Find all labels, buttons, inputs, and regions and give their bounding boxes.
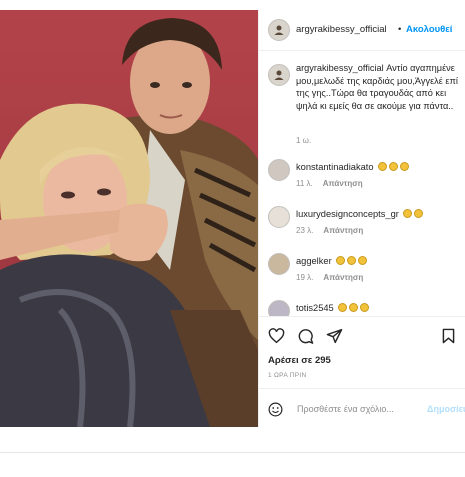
separator-dot: •: [398, 24, 402, 35]
share-icon[interactable]: [326, 328, 343, 344]
sad-face-emoji: [403, 209, 413, 218]
follow-button[interactable]: Ακολουθεί: [406, 24, 452, 35]
avatar[interactable]: [268, 159, 290, 181]
caption-username[interactable]: argyrakibessy_official: [296, 63, 384, 73]
likes-count[interactable]: Αρέσει σε 295: [268, 355, 331, 366]
comment-time[interactable]: 23 λ.: [296, 226, 313, 235]
bookmark-icon[interactable]: [441, 328, 456, 344]
comment-username: aggelker: [296, 256, 368, 266]
post-comment-button[interactable]: Δημοσίευση: [427, 404, 465, 414]
avatar[interactable]: [268, 64, 290, 86]
comment-item: konstantinadiakato 11 λ. Απάντηση: [259, 157, 465, 197]
post-photo-illustration: [0, 18, 258, 427]
comment-item: totis2545: [259, 298, 465, 316]
comment-meta: 11 λ. Απάντηση: [296, 179, 363, 188]
sad-face-emoji: [338, 303, 348, 312]
comment-input[interactable]: Προσθέστε ένα σχόλιο...: [297, 404, 394, 414]
reply-button[interactable]: Απάντηση: [323, 273, 363, 282]
sad-face-emoji: [389, 162, 399, 171]
sad-face-emoji: [349, 303, 359, 312]
comment-item: luxurydesignconcepts_gr 23 λ. Απάντηση: [259, 204, 465, 244]
comment-time[interactable]: 11 λ.: [296, 179, 313, 188]
sad-face-emoji: [336, 256, 346, 265]
sad-face-emoji: [400, 162, 410, 171]
avatar[interactable]: [268, 253, 290, 275]
post-author-username[interactable]: argyrakibessy_official: [296, 24, 387, 35]
caption-timestamp[interactable]: 1 ω.: [296, 136, 311, 145]
sad-face-emoji: [360, 303, 370, 312]
heart-icon[interactable]: [268, 328, 285, 344]
instagram-post-window: argyrakibessy_official • Ακολουθεί argyr…: [0, 0, 465, 477]
action-bar: [268, 328, 343, 344]
comment-meta: 19 λ. Απάντηση: [296, 273, 363, 282]
avatar[interactable]: [268, 206, 290, 228]
comment-username: konstantinadiakato: [296, 162, 410, 172]
comment-meta: 23 λ. Απάντηση: [296, 226, 363, 235]
sad-face-emoji: [378, 162, 388, 171]
post-side-panel: argyrakibessy_official • Ακολουθεί argyr…: [258, 10, 465, 427]
sad-face-emoji: [358, 256, 368, 265]
reply-button[interactable]: Απάντηση: [323, 226, 363, 235]
divider: [259, 316, 465, 317]
smiley-icon[interactable]: [268, 402, 283, 417]
sad-face-emoji: [414, 209, 424, 218]
add-comment-bar: Προσθέστε ένα σχόλιο... Δημοσίευση: [259, 388, 465, 428]
reply-button[interactable]: Απάντηση: [323, 179, 363, 188]
post-header: argyrakibessy_official • Ακολουθεί: [259, 10, 465, 51]
user-silhouette-icon: [274, 70, 284, 80]
comment-item: aggelker 19 λ. Απάντηση: [259, 251, 465, 291]
comment-username: luxurydesignconcepts_gr: [296, 209, 424, 219]
post-photo[interactable]: [0, 10, 258, 427]
avatar[interactable]: [268, 300, 290, 316]
comment-icon[interactable]: [297, 328, 314, 344]
avatar[interactable]: [268, 19, 290, 41]
post-caption: argyrakibessy_official Αντίο αγαπημένε μ…: [296, 62, 462, 112]
comment-username: totis2545: [296, 303, 370, 313]
sad-face-emoji: [347, 256, 357, 265]
comment-time[interactable]: 19 λ.: [296, 273, 313, 282]
divider: [0, 452, 465, 453]
post-timestamp[interactable]: 1 ΩΡΑ ΠΡΙΝ: [268, 372, 306, 379]
user-silhouette-icon: [274, 25, 284, 35]
